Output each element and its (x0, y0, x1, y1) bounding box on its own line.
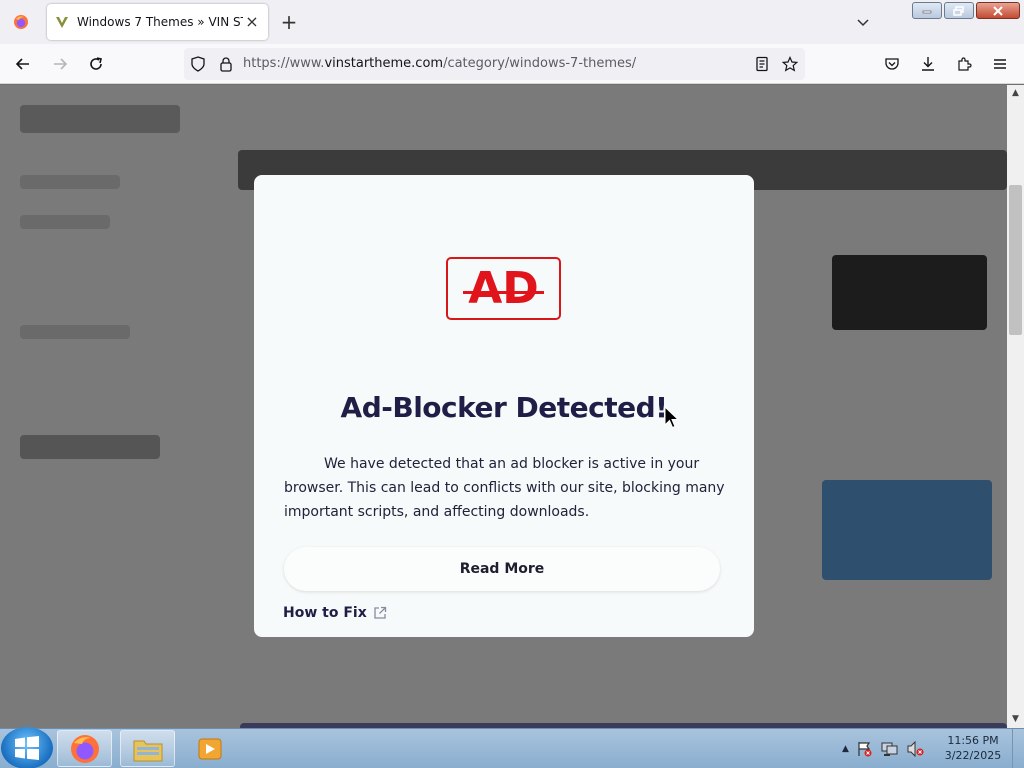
firefox-icon (70, 734, 99, 763)
url-text[interactable]: https://www.vinstartheme.com/category/wi… (243, 56, 636, 71)
url-host: vinstartheme.com (324, 56, 444, 71)
blurred-text (20, 325, 130, 339)
tab-title: Windows 7 Themes » VIN STAR (77, 15, 243, 29)
bookmark-star-icon[interactable] (778, 52, 802, 76)
windows-taskbar: ▲ 11:56 PM 3/22/2025 (0, 727, 1024, 768)
taskbar-media-player[interactable] (182, 730, 237, 767)
list-all-tabs-icon[interactable] (855, 14, 871, 30)
external-link-icon (374, 606, 386, 619)
extensions-icon[interactable] (952, 52, 976, 76)
start-button[interactable] (1, 727, 53, 768)
reader-view-icon[interactable] (750, 52, 774, 76)
ad-badge-text: AD (463, 266, 544, 311)
network-icon[interactable] (881, 741, 899, 757)
media-player-icon (198, 738, 221, 759)
tracking-protection-shield-icon[interactable] (186, 52, 210, 76)
blurred-text (20, 175, 120, 189)
page-scrollbar[interactable]: ▲ ▼ (1007, 85, 1024, 728)
lock-icon[interactable] (214, 52, 238, 76)
tab-windows-7-themes[interactable]: Windows 7 Themes » VIN STAR × (47, 4, 268, 40)
url-path: /category/windows-7-themes/ (443, 56, 637, 71)
clock-time: 11:56 PM (947, 734, 999, 747)
new-tab-icon[interactable]: + (279, 12, 299, 32)
taskbar-file-explorer[interactable] (120, 730, 175, 767)
site-favicon-icon (56, 17, 68, 28)
close-window-button[interactable] (976, 2, 1020, 19)
volume-muted-icon[interactable] (907, 741, 925, 757)
system-tray: ▲ (842, 729, 925, 768)
reload-icon[interactable] (84, 52, 108, 76)
firefox-view-icon[interactable] (0, 0, 42, 44)
back-icon[interactable] (11, 52, 35, 76)
taskbar-clock[interactable]: 11:56 PM 3/22/2025 (940, 733, 1006, 763)
scroll-up-icon[interactable]: ▲ (1007, 85, 1024, 102)
blurred-text (20, 215, 110, 229)
pocket-icon[interactable] (880, 52, 904, 76)
how-to-fix-label: How to Fix (283, 605, 367, 621)
app-menu-icon[interactable] (988, 52, 1012, 76)
strikethrough-line (463, 290, 544, 294)
how-to-fix-link[interactable]: How to Fix (283, 605, 387, 621)
minimize-button[interactable] (912, 2, 942, 19)
modal-message: We have detected that an ad blocker is a… (284, 456, 725, 520)
downloads-icon[interactable] (916, 52, 940, 76)
scroll-down-icon[interactable]: ▼ (1007, 711, 1024, 728)
navigation-toolbar: https://www.vinstartheme.com/category/wi… (0, 44, 1024, 84)
forward-icon[interactable] (48, 52, 72, 76)
mouse-cursor-icon (664, 406, 680, 429)
taskbar-firefox[interactable] (57, 730, 112, 767)
blurred-text (20, 435, 160, 459)
url-prefix: https://www. (243, 56, 325, 71)
blurred-image (822, 480, 992, 580)
ad-blocked-badge: AD (446, 257, 561, 320)
restore-button[interactable] (944, 2, 974, 19)
windows-logo-icon (15, 736, 39, 760)
address-bar[interactable]: https://www.vinstartheme.com/category/wi… (184, 48, 805, 80)
window-controls (912, 2, 1020, 21)
tab-close-icon[interactable]: × (244, 14, 260, 30)
tab-strip: Windows 7 Themes » VIN STAR × + (0, 0, 1024, 44)
blurred-image (832, 255, 987, 330)
read-more-button[interactable]: Read More (284, 547, 720, 591)
show-desktop-button[interactable] (1012, 729, 1024, 768)
clock-date: 3/22/2025 (944, 749, 1002, 762)
blurred-logo (20, 105, 180, 133)
folder-icon (133, 740, 162, 761)
scroll-thumb[interactable] (1009, 185, 1022, 335)
action-center-icon[interactable] (857, 741, 873, 757)
show-hidden-icons-icon[interactable]: ▲ (842, 744, 849, 754)
